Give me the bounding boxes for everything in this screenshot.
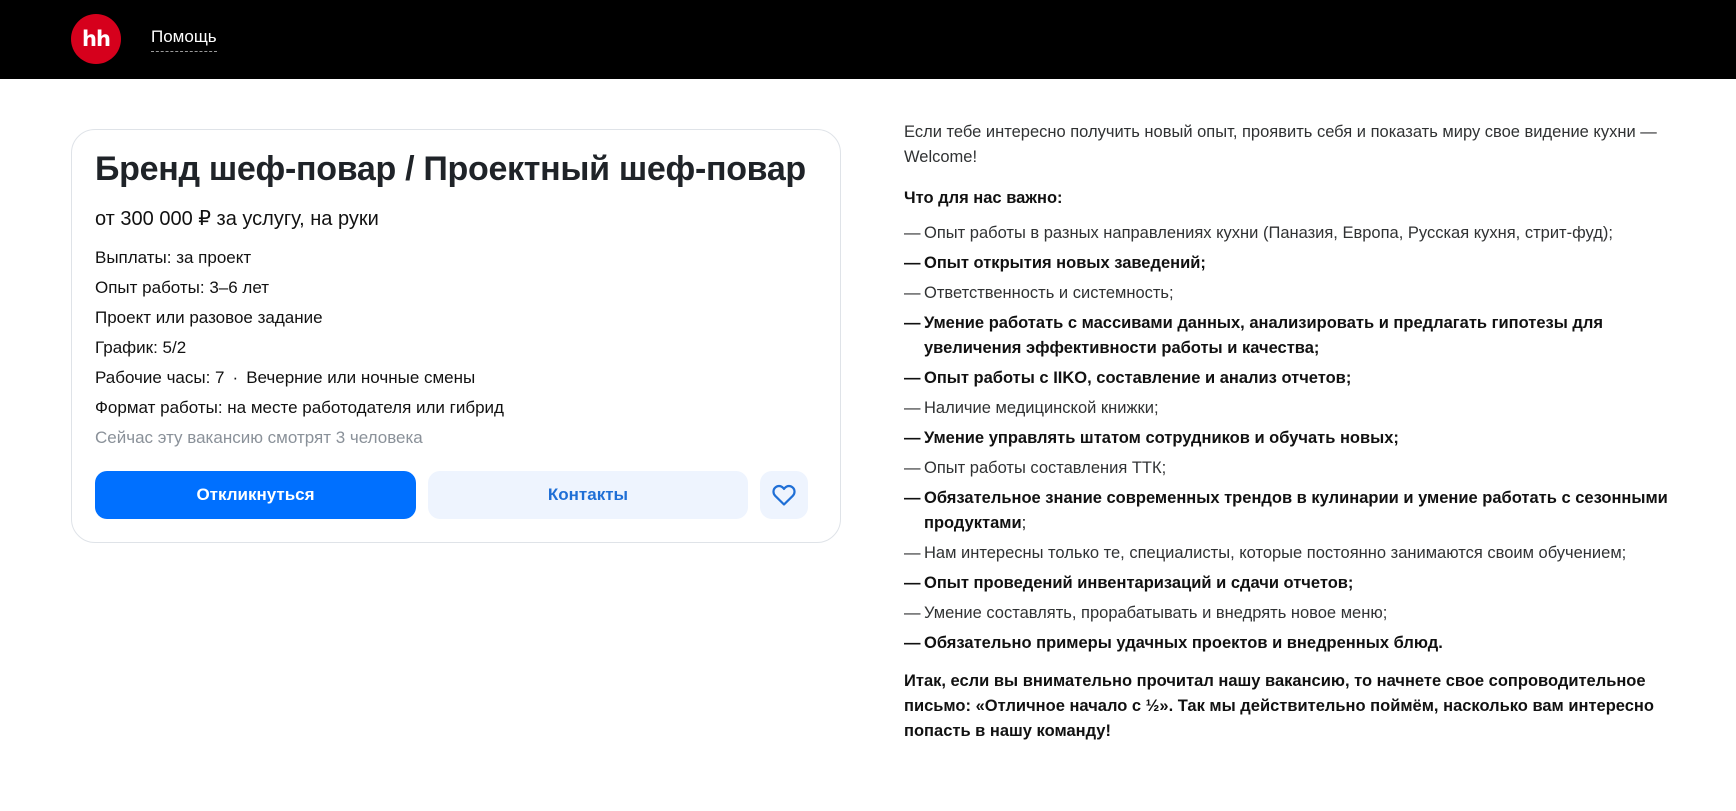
list-item-text: Умение работать с массивами данных, анал… [924, 314, 1604, 357]
list-item-text: Опыт открытия новых заведений; [924, 254, 1206, 272]
vacancy-details: Выплаты: за проект Опыт работы: 3–6 лет … [95, 243, 504, 453]
dash-marker: — [904, 369, 921, 387]
vacancy-salary: от 300 000 ₽ за услугу, на руки [95, 208, 379, 230]
list-item-text: Умение составлять, прорабатывать и внедр… [924, 604, 1388, 622]
dash-marker: — [904, 574, 921, 592]
dash-marker: — [904, 634, 921, 652]
shifts-label: Вечерние или ночные смены [246, 368, 476, 387]
employment-type: Проект или разовое задание [95, 308, 323, 327]
list-item: — Умение управлять штатом сотрудников и о… [904, 426, 1674, 451]
payouts-info: Выплаты: за проект [95, 248, 252, 267]
vacancy-card: Бренд шеф-повар / Проектный шеф-повар от… [71, 129, 841, 543]
hh-logo[interactable]: hh [71, 14, 121, 64]
list-item: — Опыт работы с IIKO, составление и анали… [904, 366, 1674, 391]
list-item-text: Умение управлять штатом сотрудников и об… [924, 429, 1399, 447]
list-item-text: Опыт работы с IIKO, составление и анализ… [924, 369, 1352, 387]
description-subhead: Что для нас важно: [904, 189, 1063, 207]
experience-info: Опыт работы: 3–6 лет [95, 278, 270, 297]
heart-icon [772, 484, 796, 506]
apply-button[interactable]: Откликнуться [95, 471, 416, 519]
dash-marker: — [904, 224, 921, 242]
favorite-button[interactable] [760, 471, 808, 519]
schedule-info: График: 5/2 [95, 338, 187, 357]
list-item: — Обязательное знание современных трендов… [904, 486, 1674, 536]
dash-marker: — [904, 399, 921, 417]
contacts-button[interactable]: Контакты [428, 471, 748, 519]
help-link[interactable]: Помощь [151, 27, 217, 52]
vacancy-description: Если тебе интересно получить новый опыт,… [904, 120, 1674, 744]
dash-marker: — [904, 459, 921, 477]
list-item-text: Обязательное знание современных трендов … [924, 489, 1668, 532]
work-format-info: Формат работы: на месте работодателя или… [95, 398, 504, 417]
list-item: — Обязательно примеры удачных проектов и … [904, 631, 1674, 656]
list-item-text: Опыт работы составления ТТК; [924, 459, 1167, 477]
list-item: — Опыт работы в разных направлениях кухни… [904, 221, 1674, 246]
list-item-text: Ответственность и системность; [924, 284, 1174, 302]
separator-dot: · [232, 368, 239, 387]
hours-info: Рабочие часы: 7 · Вечерние или ночные смен… [95, 363, 504, 393]
description-outro: Итак, если вы внимательно прочитал нашу … [904, 672, 1654, 740]
list-item: — Наличие медицинской книжки; [904, 396, 1674, 421]
list-item: — Опыт открытия новых заведений; [904, 251, 1674, 276]
list-item: — Умение работать с массивами данных, ана… [904, 311, 1674, 361]
description-intro: Если тебе интересно получить новый опыт,… [904, 123, 1657, 166]
list-item-text: Опыт работы в разных направлениях кухни … [924, 224, 1613, 242]
dash-marker: — [904, 489, 921, 507]
viewers-count: Сейчас эту вакансию смотрят 3 человека [95, 428, 423, 447]
list-item-tail: ; [1021, 514, 1027, 532]
dash-marker: — [904, 314, 921, 332]
requirements-list: — Опыт работы в разных направлениях кухни… [904, 221, 1674, 656]
list-item: — Ответственность и системность; [904, 281, 1674, 306]
vacancy-title: Бренд шеф-повар / Проектный шеф-повар [95, 150, 806, 188]
dash-marker: — [904, 254, 921, 272]
list-item-text: Нам интересны только те, специалисты, ко… [924, 544, 1627, 562]
dash-marker: — [904, 604, 921, 622]
list-item-text: Опыт проведений инвентаризаций и сдачи о… [924, 574, 1354, 592]
list-item: — Нам интересны только те, специалисты, к… [904, 541, 1674, 566]
hours-label: Рабочие часы: 7 [95, 368, 225, 387]
dash-marker: — [904, 284, 921, 302]
dash-marker: — [904, 544, 921, 562]
dash-marker: — [904, 429, 921, 447]
list-item: — Опыт работы составления ТТК; [904, 456, 1674, 481]
list-item-text: Обязательно примеры удачных проектов и в… [924, 634, 1443, 652]
list-item: — Опыт проведений инвентаризаций и сдачи … [904, 571, 1674, 596]
list-item: — Умение составлять, прорабатывать и внед… [904, 601, 1674, 626]
list-item-text: Наличие медицинской книжки; [924, 399, 1159, 417]
top-navigation-bar: hh Помощь [0, 0, 1736, 79]
